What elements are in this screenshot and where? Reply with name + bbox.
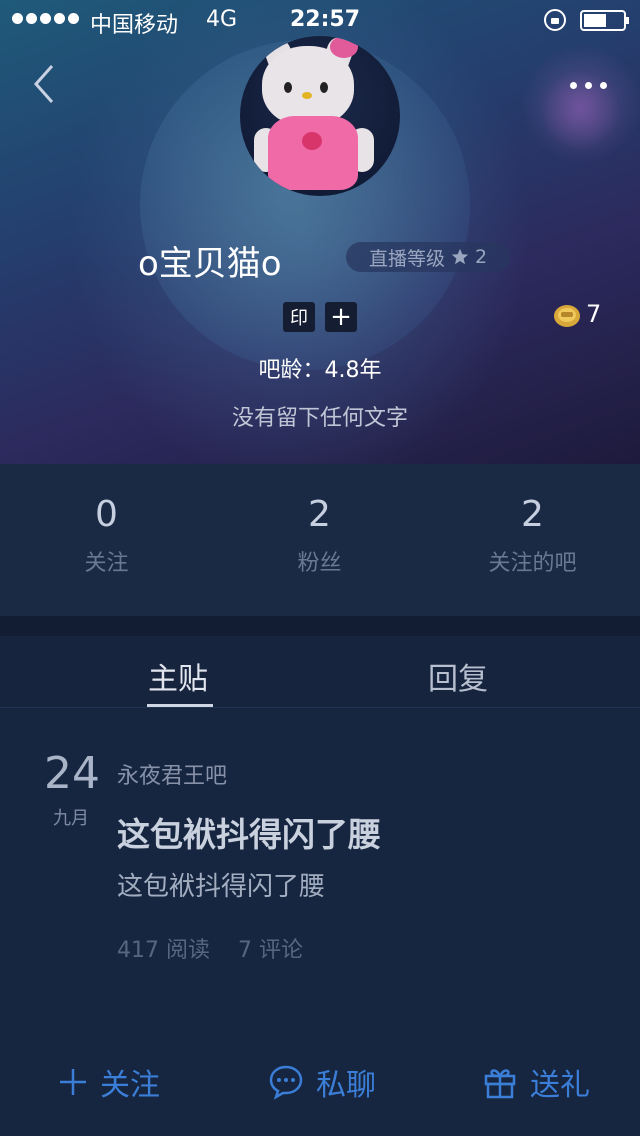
chat-label: 私聊 — [316, 1068, 376, 1103]
chevron-left-icon — [33, 65, 54, 103]
stat-following-count: 0 — [95, 494, 118, 535]
post-title[interactable]: 这包袱抖得闪了腰 — [117, 808, 381, 856]
forum-age: 吧龄：4.8年 — [258, 358, 382, 383]
tab-main-posts[interactable]: 主贴 — [148, 654, 208, 698]
stats-panel: 0 关注 2 粉丝 2 关注的吧 — [0, 464, 640, 616]
coin-icon — [554, 305, 580, 327]
post-excerpt: 这包袱抖得闪了腰 — [117, 872, 326, 902]
clock: 22:57 — [290, 7, 361, 32]
active-tab-indicator — [147, 704, 213, 707]
live-level-label: 直播等级 — [368, 247, 445, 270]
bio-text: 没有留下任何文字 — [231, 406, 408, 431]
plus-icon — [60, 1069, 86, 1095]
more-dot-icon — [570, 81, 577, 89]
stat-following[interactable]: 0 关注 — [0, 494, 213, 577]
coin-count: 7 — [586, 300, 602, 328]
stat-fans-label: 粉丝 — [297, 551, 342, 576]
signal-icon — [12, 13, 79, 24]
carrier-name: 中国移动 — [90, 13, 179, 38]
list-item[interactable]: 24 九月 永夜君王吧 这包袱抖得闪了腰 这包袱抖得闪了腰 417 阅读 7 评… — [0, 708, 640, 1028]
stat-fans[interactable]: 2 粉丝 — [213, 494, 426, 577]
seal-badge[interactable]: 印 — [283, 302, 315, 332]
post-day: 24 — [44, 748, 100, 799]
section-divider — [0, 616, 640, 636]
post-tabs: 主贴 回复 — [0, 636, 640, 708]
send-gift-button[interactable]: 送礼 — [482, 1062, 590, 1103]
more-options-button[interactable] — [570, 72, 618, 98]
more-dot-icon — [585, 81, 592, 89]
tab-replies[interactable]: 回复 — [428, 654, 488, 698]
live-level-badge[interactable]: 直播等级 2 — [346, 242, 510, 272]
post-month: 九月 — [53, 808, 89, 829]
live-level-value: 2 — [474, 246, 488, 268]
gift-icon — [484, 1069, 516, 1099]
follow-label: 关注 — [100, 1068, 160, 1103]
private-chat-button[interactable]: 私聊 — [268, 1062, 376, 1103]
stat-fans-count: 2 — [308, 494, 331, 535]
follow-button[interactable]: 关注 — [58, 1062, 160, 1103]
gift-label: 送礼 — [530, 1068, 590, 1103]
profile-header: 中国移动 4G 22:57 o宝贝猫o 直播等级 2 印 + 7 吧龄：4.8年… — [0, 0, 640, 464]
stat-followed-forums[interactable]: 2 关注的吧 — [426, 494, 639, 577]
avatar[interactable] — [240, 36, 400, 196]
stat-following-label: 关注 — [84, 551, 129, 576]
star-icon — [451, 248, 469, 265]
post-meta: 417 阅读 7 评论 — [117, 932, 303, 964]
network-type: 4G — [206, 7, 238, 32]
battery-icon — [580, 10, 629, 31]
more-dot-icon — [600, 81, 607, 89]
rotation-lock-icon — [544, 9, 566, 31]
status-bar: 中国移动 4G 22:57 — [0, 0, 640, 40]
post-comments: 7 评论 — [238, 938, 303, 963]
post-reads: 417 阅读 — [117, 938, 210, 963]
stat-forums-label: 关注的吧 — [488, 551, 577, 576]
add-badge-button[interactable]: + — [325, 302, 357, 332]
stat-forums-count: 2 — [521, 494, 544, 535]
back-button[interactable] — [28, 62, 68, 106]
username: o宝贝猫o — [138, 244, 282, 284]
bottom-action-bar: 关注 私聊 送礼 — [0, 1028, 640, 1136]
post-forum-name[interactable]: 永夜君王吧 — [117, 758, 227, 790]
chat-bubble-icon — [269, 1065, 303, 1100]
